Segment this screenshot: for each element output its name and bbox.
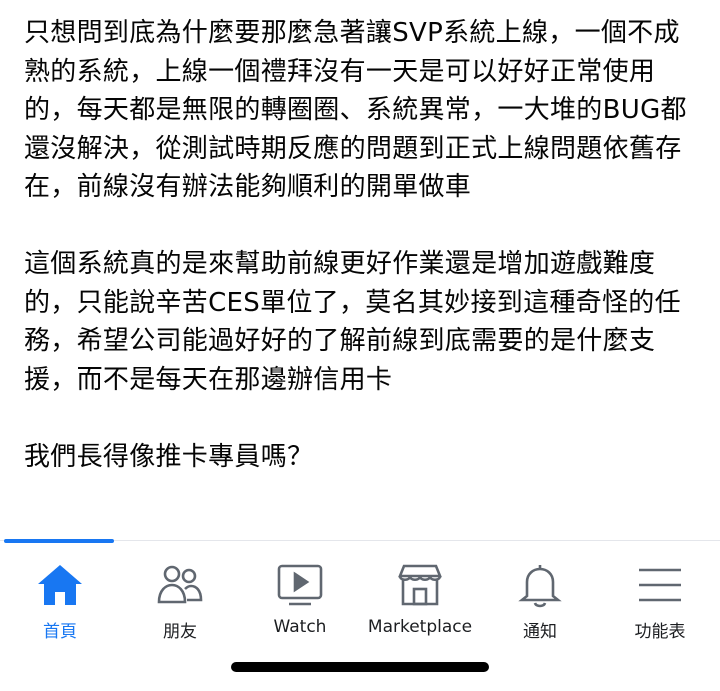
home-icon [34, 559, 86, 611]
menu-icon [634, 559, 686, 611]
post-paragraph: 我們長得像推卡專員嗎？ [24, 441, 314, 472]
tab-label: 功能表 [634, 622, 686, 642]
friends-icon [154, 559, 206, 611]
tab-menu[interactable]: 功能表 [600, 559, 720, 647]
tab-marketplace[interactable]: Marketplace [360, 559, 480, 647]
tab-label: 通知 [523, 622, 557, 642]
marketplace-icon [394, 559, 446, 611]
home-indicator [231, 662, 489, 672]
active-tab-indicator [4, 539, 114, 543]
tab-home[interactable]: 首頁 [0, 559, 120, 647]
tab-notifications[interactable]: 通知 [480, 559, 600, 647]
watch-icon [274, 559, 326, 611]
tab-label: Watch [273, 617, 327, 637]
tab-label: Marketplace [367, 617, 473, 637]
bell-icon [514, 559, 566, 611]
tab-label: 朋友 [163, 622, 197, 642]
tab-label: 首頁 [43, 622, 77, 642]
tab-watch[interactable]: Watch [240, 559, 360, 647]
post-body: 只想問到底為什麼要那麼急著讓SVP系統上線，一個不成熟的系統，上線一個禮拜沒有一… [24, 14, 704, 476]
post-paragraph: 這個系統真的是來幫助前線更好作業還是增加遊戲難度的，只能說辛苦CES單位了，莫名… [24, 249, 681, 395]
tab-friends[interactable]: 朋友 [120, 559, 240, 647]
post-paragraph: 只想問到底為什麼要那麼急著讓SVP系統上線，一個不成熟的系統，上線一個禮拜沒有一… [24, 18, 687, 202]
